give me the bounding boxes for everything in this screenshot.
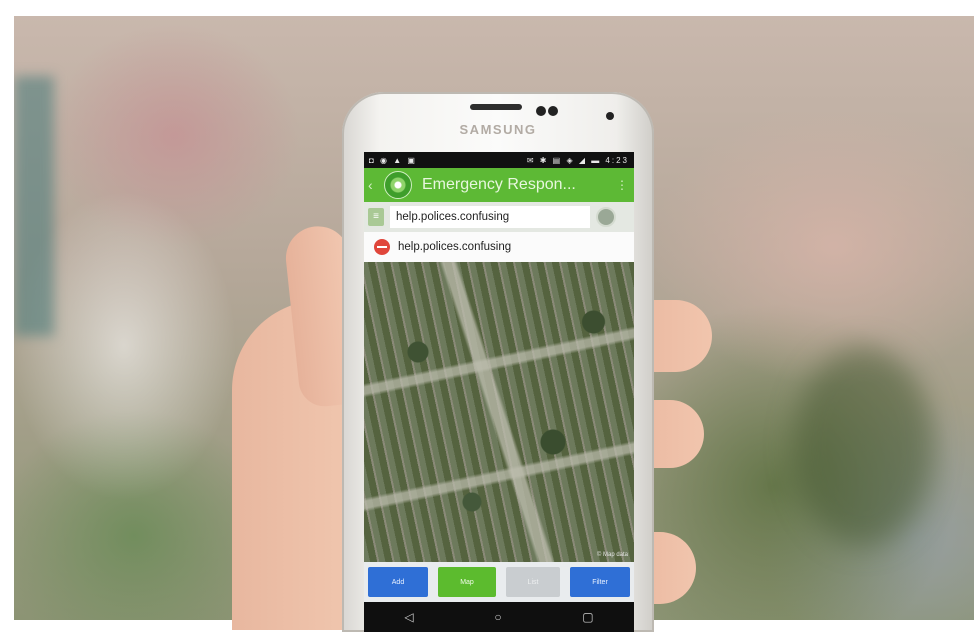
search-row: ≡ [364,202,634,232]
phone-brand-label: SAMSUNG [459,122,537,137]
front-camera [606,112,614,120]
status-icons-left: ◘ ◉ ▲ ▣ [369,155,417,165]
search-result-item[interactable]: help.polices.confusing [364,232,634,263]
map-credit: © Map data [596,552,628,558]
front-sensor [536,106,546,116]
nav-back-icon[interactable]: ◁ [404,610,413,624]
android-nav-bar: ◁ ○ ▢ [364,602,634,632]
map-button[interactable]: Map [438,567,496,597]
nav-home-icon[interactable]: ○ [494,610,501,624]
satellite-map[interactable]: © Map data [364,262,634,562]
app-title: Emergency Respon... [422,176,576,193]
add-button[interactable]: Add [368,567,428,597]
status-icons-right: ✉ ✱ ▤ ◈ ◢ ▬ 4:23 [526,155,629,165]
search-result-label: help.polices.confusing [398,241,512,253]
bottom-action-bar: Add Map List Filter [364,562,634,602]
back-chevron-icon[interactable]: ‹ [368,177,378,193]
overflow-menu-icon[interactable]: ⋮ [616,178,628,192]
smartphone: SAMSUNG ◘ ◉ ▲ ▣ ✉ ✱ ▤ ◈ ◢ ▬ 4:23 ‹ Emerg… [342,92,654,632]
app-logo-icon [384,171,412,199]
earpiece-speaker [470,104,522,110]
no-entry-icon [374,239,390,255]
list-icon[interactable]: ≡ [368,208,384,226]
phone-screen: ◘ ◉ ▲ ▣ ✉ ✱ ▤ ◈ ◢ ▬ 4:23 ‹ Emergency Res… [364,152,634,632]
nav-recent-icon[interactable]: ▢ [582,610,593,624]
front-sensor [548,106,558,116]
app-bar: ‹ Emergency Respon... ⋮ [364,168,634,202]
status-bar: ◘ ◉ ▲ ▣ ✉ ✱ ▤ ◈ ◢ ▬ 4:23 [364,152,634,168]
filter-button[interactable]: Filter [570,567,630,597]
list-button[interactable]: List [506,567,560,597]
search-input[interactable] [390,206,590,228]
search-go-icon[interactable] [596,207,616,227]
